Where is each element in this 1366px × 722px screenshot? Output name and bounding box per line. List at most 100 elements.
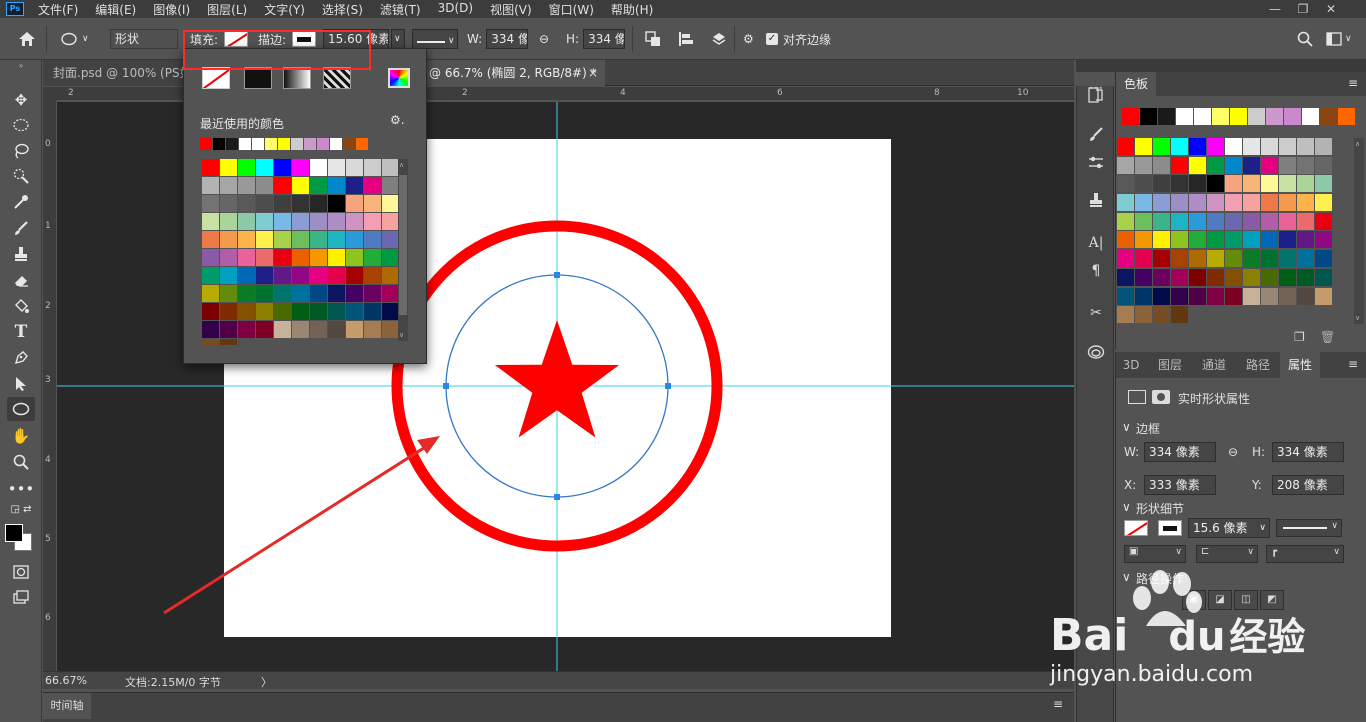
color-swatch[interactable] (1284, 108, 1301, 125)
color-swatch[interactable] (1135, 175, 1152, 193)
color-swatch[interactable] (1117, 250, 1134, 268)
brush-settings-icon[interactable] (1085, 126, 1107, 148)
color-swatch[interactable] (1279, 175, 1296, 193)
color-swatch[interactable] (382, 159, 399, 176)
color-swatch[interactable] (1189, 194, 1206, 212)
color-swatch[interactable] (202, 177, 219, 194)
color-swatch[interactable] (265, 138, 277, 150)
character-icon[interactable]: A| (1085, 232, 1107, 254)
brush-tool-icon[interactable] (7, 216, 35, 240)
color-swatch[interactable] (1261, 194, 1278, 212)
foreground-color[interactable] (5, 524, 23, 542)
color-swatch[interactable] (274, 303, 291, 320)
color-swatch[interactable] (382, 249, 399, 266)
color-swatch[interactable] (346, 267, 363, 284)
color-swatch[interactable] (1225, 268, 1242, 286)
color-swatch[interactable] (310, 177, 327, 194)
color-swatch[interactable] (364, 195, 381, 212)
tab-paths[interactable]: 路径 (1238, 352, 1278, 378)
width-control[interactable]: W: 334 像 (467, 18, 529, 60)
color-swatch[interactable] (382, 285, 399, 302)
color-swatch[interactable] (1297, 268, 1314, 286)
color-swatch[interactable] (274, 159, 291, 176)
type-tool-icon[interactable]: T (7, 320, 35, 344)
color-swatch[interactable] (330, 138, 342, 150)
color-swatch[interactable] (1315, 156, 1332, 174)
color-swatch[interactable] (1135, 268, 1152, 286)
eraser-tool-icon[interactable] (7, 268, 35, 292)
color-swatch[interactable] (220, 303, 237, 320)
width-field[interactable]: 334 像素 (1144, 442, 1216, 462)
ellipse-tool-preset[interactable]: ∨ (60, 18, 89, 60)
color-swatch[interactable] (202, 213, 219, 230)
color-swatch[interactable] (1320, 108, 1337, 125)
color-swatch[interactable] (256, 267, 273, 284)
color-swatch[interactable] (1261, 212, 1278, 230)
color-swatch[interactable] (1171, 212, 1188, 230)
bounds-section-label[interactable]: 边框 (1136, 420, 1160, 437)
color-swatch[interactable] (1207, 156, 1224, 174)
color-swatch[interactable] (238, 195, 255, 212)
color-swatch[interactable] (274, 177, 291, 194)
color-swatch[interactable] (1315, 138, 1332, 155)
color-swatch[interactable] (364, 177, 381, 194)
color-swatch[interactable] (1279, 138, 1296, 155)
swatches-tab[interactable]: 色板 (1116, 72, 1156, 96)
color-swatch[interactable] (1315, 250, 1332, 268)
color-swatch[interactable] (1279, 231, 1296, 249)
color-swatch[interactable] (1279, 268, 1296, 286)
color-swatch[interactable] (220, 177, 237, 194)
menu-item[interactable]: 图层(L) (207, 1, 247, 18)
ellipse-tool-icon[interactable] (7, 397, 35, 421)
color-swatch[interactable] (382, 231, 399, 248)
lasso-tool-icon[interactable] (7, 139, 35, 163)
color-swatch[interactable] (1171, 194, 1188, 212)
y-field[interactable]: 208 像素 (1272, 475, 1344, 495)
color-swatch[interactable] (220, 231, 237, 248)
color-swatch[interactable] (1117, 306, 1134, 324)
color-swatch[interactable] (238, 303, 255, 320)
tab-channels[interactable]: 通道 (1194, 352, 1234, 378)
color-swatch[interactable] (292, 177, 309, 194)
color-swatch[interactable] (1297, 250, 1314, 268)
color-swatch[interactable] (1135, 156, 1152, 174)
color-swatch[interactable] (256, 321, 273, 338)
link-icon[interactable]: ⊖ (539, 18, 549, 60)
height-input[interactable]: 334 像 (583, 29, 626, 49)
color-swatch[interactable] (1176, 108, 1193, 125)
color-swatch[interactable] (256, 159, 273, 176)
color-swatch[interactable] (1243, 194, 1260, 212)
color-swatch[interactable] (1243, 231, 1260, 249)
color-swatch[interactable] (1261, 250, 1278, 268)
color-swatch[interactable] (274, 285, 291, 302)
color-swatch[interactable] (346, 177, 363, 194)
color-swatch[interactable] (1261, 138, 1278, 155)
color-swatch[interactable] (1225, 194, 1242, 212)
color-swatch[interactable] (1171, 268, 1188, 286)
color-swatch[interactable] (382, 321, 399, 338)
fill-swatch[interactable] (1124, 520, 1148, 536)
color-swatch[interactable] (1153, 138, 1170, 155)
panel-menu-icon[interactable]: ≡ (1348, 357, 1358, 371)
color-swatch[interactable] (1117, 212, 1134, 230)
color-swatch[interactable] (1261, 156, 1278, 174)
color-swatch[interactable] (239, 138, 251, 150)
align-edges-checkbox[interactable]: ✓ 对齐边缘 (766, 18, 831, 60)
color-swatch[interactable] (382, 213, 399, 230)
color-swatch[interactable] (1153, 306, 1170, 324)
color-swatch[interactable] (328, 159, 345, 176)
color-swatch[interactable] (328, 231, 345, 248)
pattern-button[interactable] (323, 67, 351, 89)
color-swatch[interactable] (292, 249, 309, 266)
color-swatch[interactable] (1338, 108, 1355, 125)
color-swatch[interactable] (1189, 268, 1206, 286)
color-swatch[interactable] (310, 231, 327, 248)
color-swatch[interactable] (256, 249, 273, 266)
color-swatch[interactable] (202, 285, 219, 302)
color-swatch[interactable] (346, 213, 363, 230)
color-swatch[interactable] (1135, 287, 1152, 305)
color-swatch[interactable] (1302, 108, 1319, 125)
adjustments-icon[interactable] (1085, 154, 1107, 176)
quick-mask-icon[interactable] (7, 560, 35, 584)
link-icon[interactable]: ⊖ (1228, 445, 1238, 459)
